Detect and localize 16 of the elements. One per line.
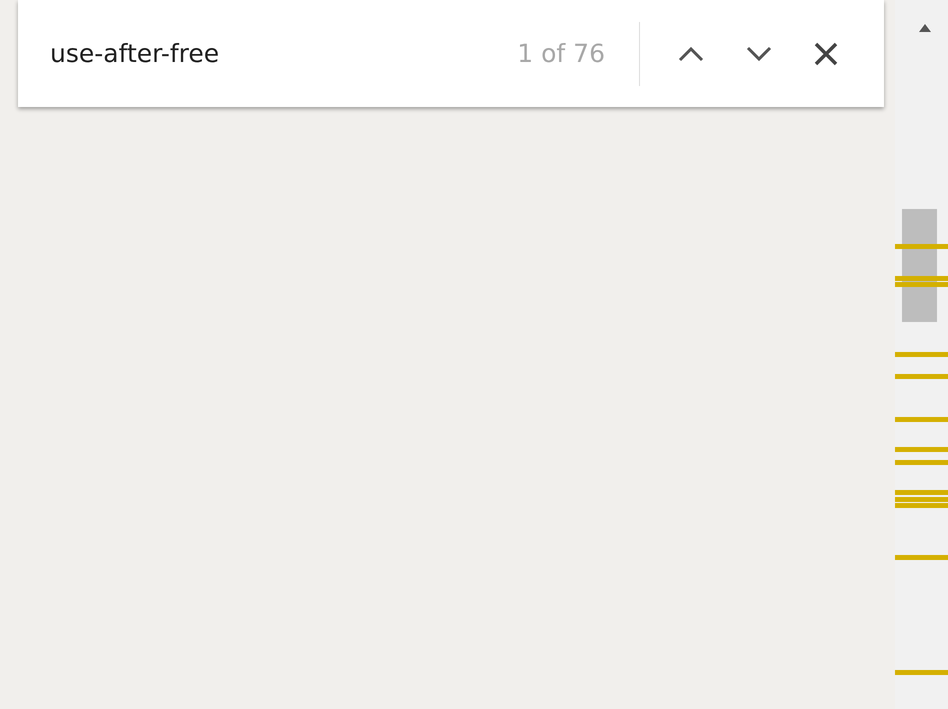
scroll-up-icon[interactable] [919, 24, 931, 32]
match-marker [895, 670, 948, 675]
search-field[interactable]: use-after-free [50, 39, 518, 68]
close-icon [814, 42, 838, 66]
chevron-down-icon [746, 46, 772, 62]
match-marker [895, 244, 948, 249]
match-marker [895, 374, 948, 379]
match-marker [895, 555, 948, 560]
match-marker [895, 417, 948, 422]
chevron-up-icon [678, 46, 704, 62]
match-marker [895, 447, 948, 452]
match-marker [895, 490, 948, 495]
scrollbar[interactable] [895, 0, 948, 709]
match-marker [895, 460, 948, 465]
match-marker [895, 352, 948, 357]
match-count: 1 of 76 [517, 39, 605, 68]
